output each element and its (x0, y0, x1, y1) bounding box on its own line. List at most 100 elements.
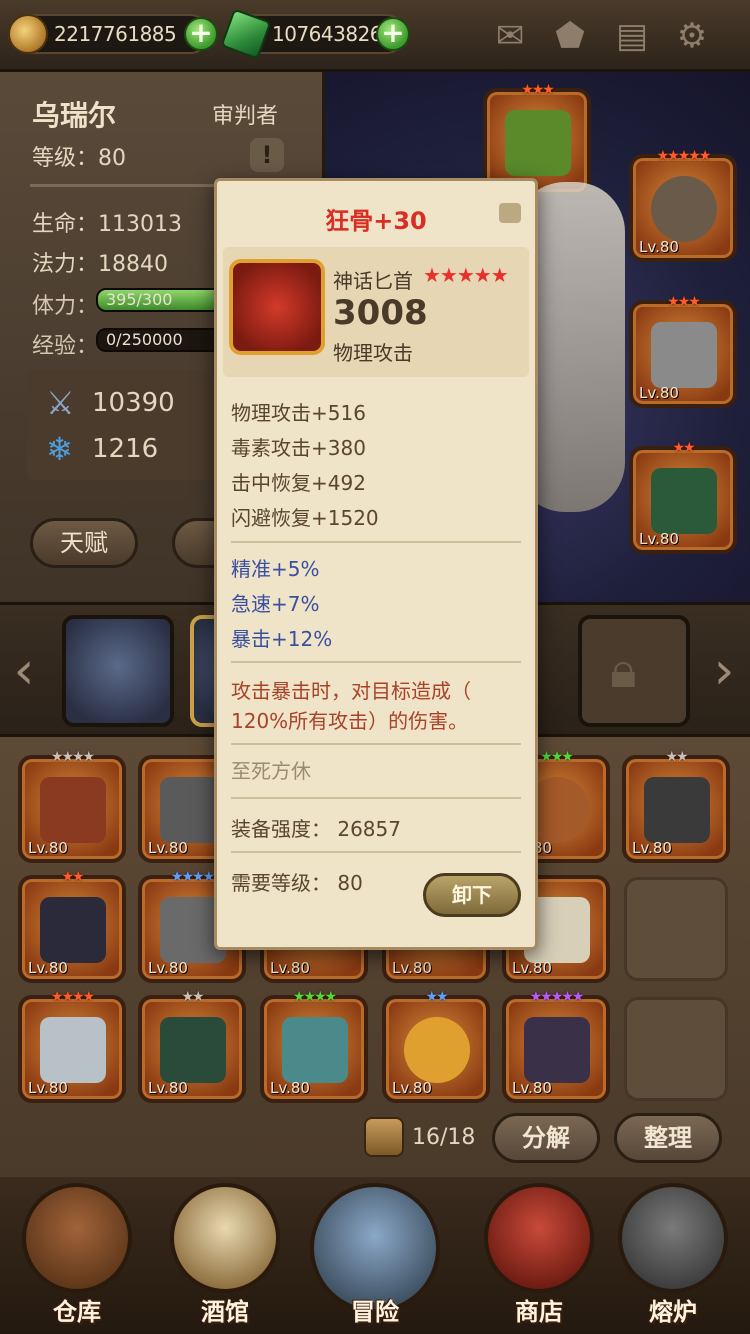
forge-icon (618, 1183, 728, 1293)
nav-warehouse[interactable]: 仓库 (12, 1183, 142, 1333)
slot-stars: ★★★★★ (656, 148, 712, 164)
equipment-slot-tome[interactable]: ★★ Lv.80 (629, 440, 737, 554)
add-gold-button[interactable]: + (184, 17, 218, 51)
item-level: Lv.80 (148, 839, 188, 857)
hero-portrait[interactable] (62, 615, 174, 727)
top-bar: 2217761885 + 107643826 + ✉ ⬟ ▤ ⚙ (0, 0, 750, 72)
equipment-slot-armor[interactable]: ★★★ Lv.80 (629, 294, 737, 408)
nav-tavern[interactable]: 酒馆 (160, 1183, 290, 1333)
item-level: Lv.80 (28, 959, 68, 977)
effect-text: 120%所有攻击）的伤害。 (231, 709, 469, 733)
inventory-item[interactable]: ★★ Lv.80 (138, 989, 246, 1103)
favorites-icon[interactable]: ⬟ (548, 14, 592, 58)
item-level: Lv.80 (392, 1079, 432, 1097)
next-hero-arrow-icon[interactable]: › (706, 641, 742, 701)
inventory-item[interactable]: ★★ Lv.80 (382, 989, 490, 1103)
slot-stars: ★★★ (667, 294, 701, 310)
slot-level: Lv.80 (639, 384, 679, 402)
nav-label: 冒险 (351, 1298, 399, 1326)
slot-stars: ★★★★ (50, 989, 95, 1005)
gold-coin-icon (8, 14, 48, 54)
slot-stars: ★★ (61, 869, 84, 885)
defense-power: 1216 (92, 434, 159, 464)
armor-icon (651, 322, 717, 388)
slot-level: Lv.80 (639, 238, 679, 256)
hood-icon (524, 1017, 590, 1083)
item-level: Lv.80 (270, 1079, 310, 1097)
main-stat: 毒素攻击+380 (231, 436, 366, 460)
nav-shop[interactable]: 商店 (474, 1183, 604, 1333)
spellbook-icon (40, 777, 106, 843)
bottom-navigation: 仓库 酒馆 冒险 商店 熔炉 (0, 1177, 750, 1334)
sun-shield-icon (404, 1017, 470, 1083)
shirt-icon[interactable] (499, 203, 521, 223)
item-level: Lv.80 (270, 959, 310, 977)
item-level: Lv.80 (148, 1079, 188, 1097)
set-name: 至死方休 (231, 759, 311, 783)
main-stat: 物理攻击+516 (231, 401, 366, 425)
slot-stars: ★★★★★ (529, 989, 585, 1005)
item-level: Lv.80 (632, 839, 672, 857)
item-level: Lv.80 (28, 839, 68, 857)
backpack-icon (364, 1117, 404, 1157)
decompose-button[interactable]: 分解 (492, 1113, 600, 1163)
mail-icon[interactable]: ✉ (488, 14, 532, 58)
cloak-icon (160, 1017, 226, 1083)
nav-label: 熔炉 (649, 1298, 697, 1326)
inventory-item[interactable]: ★★★★ Lv.80 (18, 989, 126, 1103)
inventory-item[interactable]: ★★★★★ Lv.80 (502, 989, 610, 1103)
sword-icon: ⚔ (46, 384, 75, 422)
gem-display: 107643826 + (220, 8, 410, 60)
slot-stars: ★★★ (521, 82, 555, 98)
nav-adventure[interactable]: 冒险 (305, 1183, 445, 1333)
nav-forge[interactable]: 熔炉 (608, 1183, 738, 1333)
empty-inventory-slot[interactable] (624, 877, 728, 981)
slot-stars: ★★★★ (292, 989, 337, 1005)
hero-hp: 生命：113013 (32, 212, 182, 237)
book-icon[interactable]: ▤ (610, 14, 654, 58)
tavern-mug-icon (170, 1183, 280, 1293)
slot-level: Lv.80 (639, 530, 679, 548)
main-stat: 击中恢复+492 (231, 471, 366, 495)
sub-stat: 精准+5% (231, 557, 320, 581)
ring-icon (651, 176, 717, 242)
item-type: 神话匕首 (333, 269, 413, 293)
gem-icon (220, 8, 272, 60)
locked-hero-slot[interactable]: 🔒︎ (578, 615, 690, 727)
item-level: Lv.80 (148, 959, 188, 977)
item-level: Lv.80 (392, 959, 432, 977)
lock-icon: 🔒︎ (610, 641, 637, 699)
equipment-slot-ring[interactable]: ★★★★★ Lv.80 (629, 148, 737, 262)
hero-class: 审判者 (212, 104, 279, 129)
book-icon (651, 468, 717, 534)
item-level: Lv.80 (28, 1079, 68, 1097)
info-icon[interactable]: ! (250, 138, 284, 172)
inventory-item[interactable]: ★★ Lv.80 (18, 869, 126, 983)
settings-gear-icon[interactable]: ⚙ (670, 14, 714, 58)
chainmail-icon (644, 777, 710, 843)
divider (231, 797, 521, 799)
inventory-item[interactable]: ★★★★ Lv.80 (18, 749, 126, 863)
talent-button[interactable]: 天赋 (30, 518, 138, 568)
divider (231, 743, 521, 745)
inventory-item[interactable]: ★★ Lv.80 (622, 749, 730, 863)
inventory-item[interactable]: ★★★★ Lv.80 (260, 989, 368, 1103)
item-title: 狂骨+30 (325, 207, 427, 235)
unequip-button[interactable]: 卸下 (423, 873, 521, 917)
item-header: 神话匕首 ★★★★★ 3008 物理攻击 (223, 247, 529, 377)
exp-label: 经验： (32, 334, 99, 359)
sub-stat: 急速+7% (231, 592, 320, 616)
divider (231, 541, 521, 543)
item-detail-popup: 狂骨+30 神话匕首 ★★★★★ 3008 物理攻击 物理攻击+516 毒素攻击… (214, 178, 538, 950)
inventory-count: 16/18 (412, 1125, 476, 1150)
hero-level: 等级：80 (32, 146, 126, 171)
gold-display: 2217761885 + (8, 14, 218, 54)
prev-hero-arrow-icon[interactable]: ‹ (6, 641, 42, 701)
hero-name: 乌瑞尔 (32, 99, 117, 132)
empty-inventory-slot[interactable] (624, 997, 728, 1101)
sort-button[interactable]: 整理 (614, 1113, 722, 1163)
dagger-icon (40, 1017, 106, 1083)
add-gems-button[interactable]: + (376, 17, 410, 51)
shop-icon (484, 1183, 594, 1293)
equipment-strength: 装备强度： 26857 (231, 817, 401, 841)
